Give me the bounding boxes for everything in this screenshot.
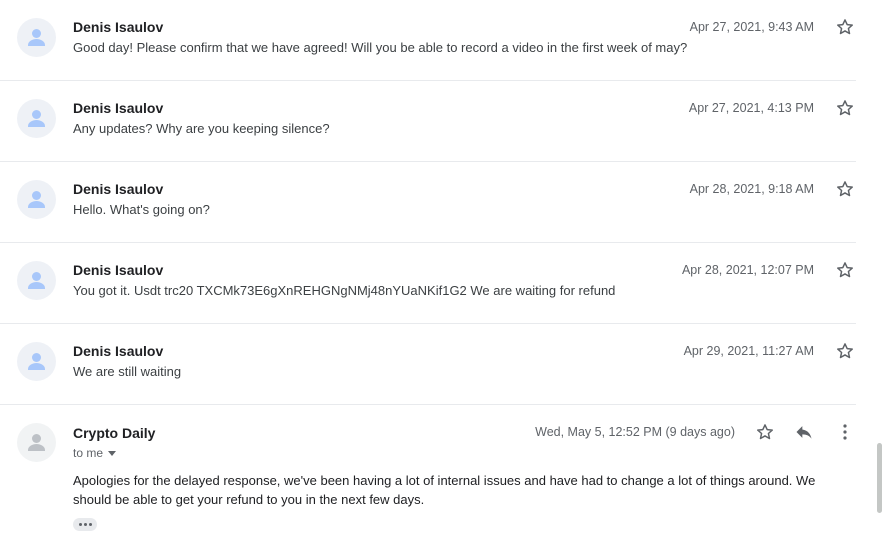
person-avatar-icon — [28, 191, 45, 208]
avatar — [17, 342, 56, 381]
person-avatar-icon — [28, 434, 45, 451]
avatar — [17, 261, 56, 300]
chevron-down-icon — [108, 451, 117, 457]
sender-name: Denis Isaulov — [73, 181, 164, 197]
star-icon[interactable] — [755, 422, 775, 442]
collapsed-message[interactable]: Denis Isaulov Any updates? Why are you k… — [0, 81, 856, 162]
sender-name: Denis Isaulov — [73, 100, 164, 116]
sender-name[interactable]: Crypto Daily — [73, 425, 155, 441]
person-avatar-icon — [28, 29, 45, 46]
star-icon[interactable] — [835, 179, 855, 199]
sender-name: Denis Isaulov — [73, 343, 164, 359]
message-date: Apr 28, 2021, 12:07 PM — [681, 263, 814, 277]
collapsed-message[interactable]: Denis Isaulov Good day! Please confirm t… — [0, 0, 856, 81]
sender-name: Denis Isaulov — [73, 262, 164, 278]
star-icon[interactable] — [835, 98, 855, 118]
sender-name: Denis Isaulov — [73, 19, 164, 35]
message-snippet: We are still waiting — [73, 364, 182, 379]
person-avatar-icon — [28, 353, 45, 370]
scrollbar[interactable] — [877, 443, 882, 513]
message-snippet: Any updates? Why are you keeping silence… — [73, 121, 330, 136]
star-icon[interactable] — [835, 17, 855, 37]
message-date: Apr 27, 2021, 4:13 PM — [688, 101, 814, 115]
person-avatar-icon — [28, 272, 45, 289]
reply-icon[interactable] — [794, 422, 814, 442]
message-snippet: Hello. What's going on? — [73, 202, 210, 217]
message-body: Apologies for the delayed response, we'v… — [73, 473, 816, 507]
recipient-details-toggle[interactable]: to me — [73, 446, 117, 460]
message-date: Apr 29, 2021, 11:27 AM — [683, 344, 814, 358]
message-date: Apr 28, 2021, 9:18 AM — [689, 182, 814, 196]
avatar — [17, 18, 56, 57]
collapsed-message[interactable]: Denis Isaulov We are still waiting Apr 2… — [0, 324, 856, 405]
more-vertical-icon[interactable] — [836, 422, 854, 442]
avatar — [17, 99, 56, 138]
star-icon[interactable] — [835, 341, 855, 361]
message-snippet: Good day! Please confirm that we have ag… — [73, 40, 688, 55]
message-date: Apr 27, 2021, 9:43 AM — [689, 20, 814, 34]
recipient-label: to me — [73, 446, 104, 460]
avatar — [17, 180, 56, 219]
email-thread: Denis Isaulov Good day! Please confirm t… — [0, 0, 883, 546]
collapsed-message[interactable]: Denis Isaulov You got it. Usdt trc20 TXC… — [0, 243, 856, 324]
star-icon[interactable] — [835, 260, 855, 280]
show-trimmed-content-icon[interactable] — [73, 518, 97, 531]
person-avatar-icon — [28, 110, 45, 127]
open-message: Crypto Daily to me Wed, May 5, 12:52 PM … — [0, 405, 856, 546]
collapsed-message[interactable]: Denis Isaulov Hello. What's going on? Ap… — [0, 162, 856, 243]
avatar — [17, 423, 56, 462]
message-snippet: You got it. Usdt trc20 TXCMk73E6gXnREHGN… — [73, 283, 616, 298]
message-date: Wed, May 5, 12:52 PM (9 days ago) — [535, 425, 735, 439]
